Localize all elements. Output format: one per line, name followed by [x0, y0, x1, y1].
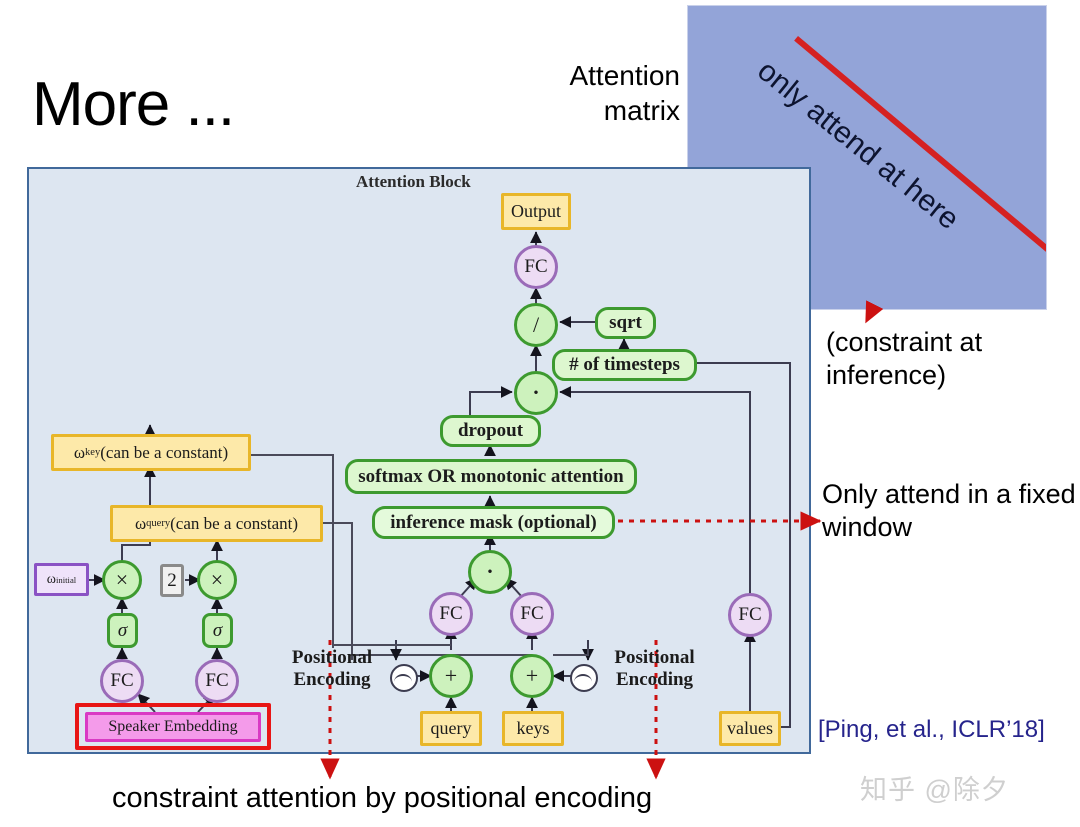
positional-encoding-icon-right — [570, 664, 598, 692]
node-fc-left[interactable]: FC — [100, 659, 144, 703]
citation-reference: [Ping, et al., ICLR’18] — [818, 716, 1045, 743]
attention-matrix-label-line1: Attention — [569, 60, 680, 91]
node-output[interactable]: Output — [501, 193, 571, 230]
node-fc-values[interactable]: FC — [728, 593, 772, 637]
node-softmax[interactable]: softmax OR monotonic attention — [345, 459, 637, 494]
positional-encoding-label-left: Positional Encoding — [291, 647, 373, 691]
node-dot-upper[interactable]: · — [514, 371, 558, 415]
node-values[interactable]: values — [719, 711, 781, 746]
node-omega-query[interactable]: ω query (can be a constant) — [110, 505, 323, 542]
node-fc-top[interactable]: FC — [514, 245, 558, 289]
positional-encoding-icon-left — [390, 664, 418, 692]
node-dropout[interactable]: dropout — [440, 415, 541, 447]
attention-block-title: Attention Block — [356, 172, 471, 191]
node-inference-mask[interactable]: inference mask (optional) — [372, 506, 615, 539]
node-omega-key[interactable]: ω key (can be a constant) — [51, 434, 251, 471]
fixed-window-note: Only attend in a fixed window — [822, 479, 1076, 542]
node-keys[interactable]: keys — [502, 711, 564, 746]
node-omega-initial[interactable]: ω initial — [34, 563, 89, 596]
node-speaker-embedding[interactable]: Speaker Embedding — [85, 712, 261, 742]
attention-matrix-label-line2: matrix — [603, 95, 680, 126]
positional-encoding-label-right: Positional Encoding — [614, 647, 695, 691]
node-two[interactable]: 2 — [160, 564, 184, 597]
constraint-at-inference-note: (constraint at inference) — [826, 327, 983, 390]
attention-matrix-label: Attention matrix — [520, 58, 680, 128]
node-mult-left[interactable]: × — [102, 560, 142, 600]
node-fc-right[interactable]: FC — [195, 659, 239, 703]
node-divide[interactable]: / — [514, 303, 558, 347]
node-mult-right[interactable]: × — [197, 560, 237, 600]
page-title: More ... — [32, 70, 235, 139]
node-sqrt[interactable]: sqrt — [595, 307, 656, 339]
node-dot-lower[interactable]: · — [468, 550, 512, 594]
node-timesteps[interactable]: # of timesteps — [552, 349, 697, 381]
watermark: 知乎 @除夕 — [860, 775, 1009, 805]
node-fc-query[interactable]: FC — [429, 592, 473, 636]
node-fc-keys[interactable]: FC — [510, 592, 554, 636]
node-plus-query[interactable]: + — [429, 654, 473, 698]
node-sigma-right[interactable]: σ — [202, 613, 233, 648]
node-sigma-left[interactable]: σ — [107, 613, 138, 648]
node-query[interactable]: query — [420, 711, 482, 746]
node-plus-keys[interactable]: + — [510, 654, 554, 698]
matrix-diagonal-upper — [794, 36, 1046, 298]
bottom-caption: constraint attention by positional encod… — [112, 782, 653, 814]
